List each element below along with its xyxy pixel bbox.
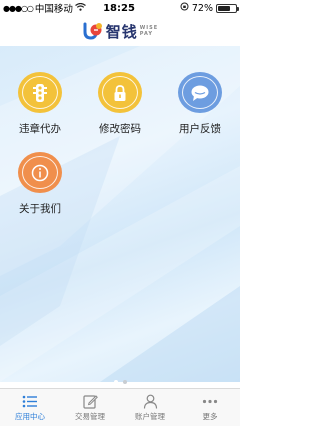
tile-label: 用户反馈 <box>179 123 221 135</box>
wifi-icon <box>75 2 86 14</box>
tile-about-us[interactable]: 关于我们 <box>2 126 78 216</box>
tile-label: 修改密码 <box>99 123 141 135</box>
tab-app-center[interactable]: 应用中心 <box>0 389 60 426</box>
carrier-label: 中国移动 <box>34 4 73 15</box>
app-grid-area: 违章代办 修改密码 用户反馈 关于我们 <box>0 46 240 382</box>
tab-more[interactable]: 更多 <box>180 389 240 426</box>
orientation-lock-icon <box>180 2 189 14</box>
battery-icon <box>216 3 239 13</box>
app-header: 智钱 WISE PAY <box>0 16 240 46</box>
signal-strength-icon: ●●●○○ <box>3 3 34 13</box>
tile-user-feedback[interactable]: 用户反馈 <box>162 46 238 136</box>
logo-en-text: WISE PAY <box>139 25 159 37</box>
bottom-tab-bar: 应用中心 交易管理 账户管理 更多 <box>0 388 240 426</box>
lock-icon <box>98 72 142 113</box>
status-time: 18:25 <box>103 2 135 14</box>
logo-mark-icon <box>83 22 102 40</box>
tile-change-password[interactable]: 修改密码 <box>82 46 158 136</box>
traffic-light-icon <box>18 72 62 113</box>
tab-label: 账户管理 <box>135 412 165 421</box>
tab-label: 应用中心 <box>15 412 45 421</box>
person-icon <box>141 393 159 409</box>
tab-transactions[interactable]: 交易管理 <box>60 389 120 426</box>
status-bar: ●●●○○ 中国移动 18:25 72% <box>0 0 240 16</box>
page-indicator <box>0 380 240 386</box>
wisepay-logo: 智钱 WISE PAY <box>82 21 158 42</box>
page-dot-1[interactable] <box>113 380 118 384</box>
info-icon <box>18 152 62 193</box>
chat-bubble-icon <box>178 72 222 113</box>
logo-cn-text: 智钱 <box>105 22 138 41</box>
tab-label: 交易管理 <box>75 412 105 421</box>
edit-icon <box>81 393 99 409</box>
battery-fill <box>218 5 231 11</box>
tab-account[interactable]: 账户管理 <box>120 389 180 426</box>
tile-label: 关于我们 <box>19 203 61 215</box>
tab-label: 更多 <box>202 412 218 421</box>
more-icon <box>201 393 219 409</box>
status-left: ●●●○○ 中国移动 <box>3 1 93 15</box>
battery-percent: 72% <box>191 2 213 14</box>
page-dot-2[interactable] <box>122 380 127 384</box>
status-right: 72% <box>157 2 239 14</box>
list-icon <box>21 393 39 409</box>
tile-traffic-violation[interactable]: 违章代办 <box>2 46 78 136</box>
